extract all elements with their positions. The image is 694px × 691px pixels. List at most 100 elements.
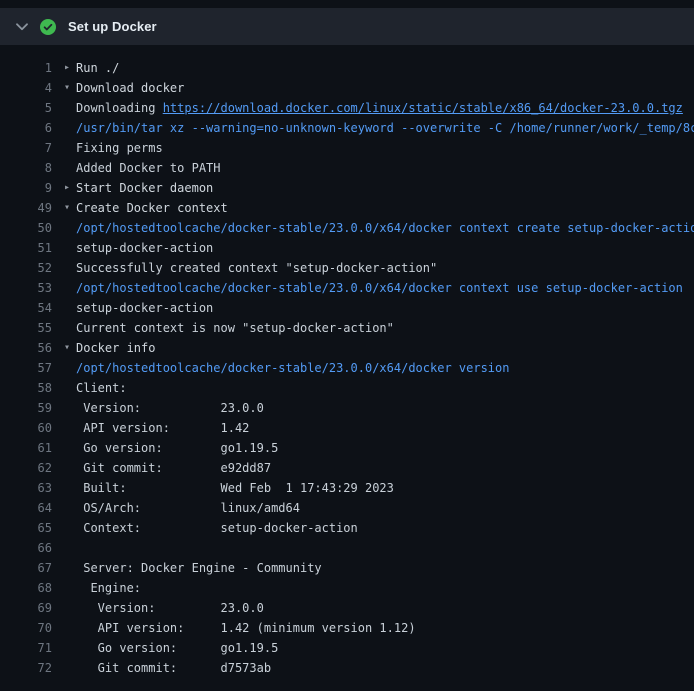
log-line: 67 Server: Docker Engine - Community <box>0 558 694 578</box>
log-line: 53/opt/hostedtoolcache/docker-stable/23.… <box>0 278 694 298</box>
line-number[interactable]: 66 <box>0 538 52 558</box>
log-line: 66 <box>0 538 694 558</box>
download-url-link[interactable]: https://download.docker.com/linux/static… <box>163 101 683 115</box>
log-text: Fixing perms <box>76 138 163 158</box>
line-number[interactable]: 1 <box>0 58 52 78</box>
log-text: setup-docker-action <box>76 298 213 318</box>
log-line: 51 setup-docker-action <box>0 238 694 258</box>
log-line: 50/opt/hostedtoolcache/docker-stable/23.… <box>0 218 694 238</box>
line-number[interactable]: 63 <box>0 478 52 498</box>
group-title[interactable]: Docker info <box>76 338 155 358</box>
log-line: 59 Version: 23.0.0 <box>0 398 694 418</box>
log-text: API version: 1.42 (minimum version 1.12) <box>76 618 416 638</box>
log-text: Context: setup-docker-action <box>76 518 358 538</box>
command-text: /usr/bin/tar xz --warning=no-unknown-key… <box>76 118 694 138</box>
log-line: 4 ▾Download docker <box>0 78 694 98</box>
success-check-icon <box>40 19 56 35</box>
group-collapsed-icon[interactable]: ▸ <box>64 178 76 198</box>
log-text: Git commit: e92dd87 <box>76 458 271 478</box>
log-line: 58Client: <box>0 378 694 398</box>
log-line: 56 ▾Docker info <box>0 338 694 358</box>
log: 1▸Run ./4▾Download docker5Downloading ht… <box>0 45 694 686</box>
log-line: 65 Context: setup-docker-action <box>0 518 694 538</box>
log-text: Current context is now "setup-docker-act… <box>76 318 394 338</box>
line-number[interactable]: 67 <box>0 558 52 578</box>
line-number[interactable]: 56 <box>0 338 52 358</box>
step-header[interactable]: Set up Docker <box>0 8 694 45</box>
log-line: 52 Successfully created context "setup-do… <box>0 258 694 278</box>
log-text: Engine: <box>76 578 141 598</box>
line-number[interactable]: 59 <box>0 398 52 418</box>
log-line: 60 API version: 1.42 <box>0 418 694 438</box>
log-line: 68 Engine: <box>0 578 694 598</box>
log-line: 70 API version: 1.42 (minimum version 1.… <box>0 618 694 638</box>
log-line: 57/opt/hostedtoolcache/docker-stable/23.… <box>0 358 694 378</box>
line-number[interactable]: 71 <box>0 638 52 658</box>
line-number[interactable]: 4 <box>0 78 52 98</box>
line-number[interactable]: 50 <box>0 218 52 238</box>
group-title[interactable]: Run ./ <box>76 58 119 78</box>
line-number[interactable]: 54 <box>0 298 52 318</box>
log-line: 72 Git commit: d7573ab <box>0 658 694 678</box>
log-text: setup-docker-action <box>76 238 213 258</box>
group-expanded-icon[interactable]: ▾ <box>64 338 76 358</box>
log-text: Successfully created context "setup-dock… <box>76 258 437 278</box>
log-text: Downloading <box>76 101 163 115</box>
line-number[interactable]: 6 <box>0 118 52 138</box>
group-title[interactable]: Start Docker daemon <box>76 178 213 198</box>
line-number[interactable]: 65 <box>0 518 52 538</box>
log-line: 54 setup-docker-action <box>0 298 694 318</box>
line-number[interactable]: 49 <box>0 198 52 218</box>
group-expanded-icon[interactable]: ▾ <box>64 78 76 98</box>
log-line: 8 Added Docker to PATH <box>0 158 694 178</box>
line-number[interactable]: 9 <box>0 178 52 198</box>
command-text: /opt/hostedtoolcache/docker-stable/23.0.… <box>76 278 683 298</box>
log-text: Built: Wed Feb 1 17:43:29 2023 <box>76 478 394 498</box>
line-number[interactable]: 58 <box>0 378 52 398</box>
log-text: Server: Docker Engine - Community <box>76 558 322 578</box>
line-number[interactable]: 70 <box>0 618 52 638</box>
line-number[interactable]: 60 <box>0 418 52 438</box>
log-line: 6/usr/bin/tar xz --warning=no-unknown-ke… <box>0 118 694 138</box>
line-number[interactable]: 8 <box>0 158 52 178</box>
log-line: 49 ▾Create Docker context <box>0 198 694 218</box>
log-line: 63 Built: Wed Feb 1 17:43:29 2023 <box>0 478 694 498</box>
command-text: /opt/hostedtoolcache/docker-stable/23.0.… <box>76 358 509 378</box>
line-number[interactable]: 69 <box>0 598 52 618</box>
command-text: /opt/hostedtoolcache/docker-stable/23.0.… <box>76 218 694 238</box>
log-text: OS/Arch: linux/amd64 <box>76 498 300 518</box>
log-line: 9 ▸Start Docker daemon <box>0 178 694 198</box>
line-number[interactable]: 62 <box>0 458 52 478</box>
line-number[interactable]: 64 <box>0 498 52 518</box>
chevron-down-icon[interactable] <box>16 23 28 31</box>
line-number[interactable]: 72 <box>0 658 52 678</box>
log-text: Go version: go1.19.5 <box>76 638 278 658</box>
line-number[interactable]: 55 <box>0 318 52 338</box>
line-number[interactable]: 5 <box>0 98 52 118</box>
line-number[interactable]: 7 <box>0 138 52 158</box>
line-number[interactable]: 68 <box>0 578 52 598</box>
log-text: Git commit: d7573ab <box>76 658 271 678</box>
log-line: 1 ▸Run ./ <box>0 58 694 78</box>
log-text: Added Docker to PATH <box>76 158 221 178</box>
log-text: Version: 23.0.0 <box>76 398 264 418</box>
log-text: Go version: go1.19.5 <box>76 438 278 458</box>
log-line: 7 Fixing perms <box>0 138 694 158</box>
log-line: 71 Go version: go1.19.5 <box>0 638 694 658</box>
line-number[interactable]: 52 <box>0 258 52 278</box>
group-title[interactable]: Download docker <box>76 78 184 98</box>
group-title[interactable]: Create Docker context <box>76 198 228 218</box>
line-number[interactable]: 51 <box>0 238 52 258</box>
log-text: Version: 23.0.0 <box>76 598 264 618</box>
group-expanded-icon[interactable]: ▾ <box>64 198 76 218</box>
line-number[interactable]: 53 <box>0 278 52 298</box>
group-collapsed-icon[interactable]: ▸ <box>64 58 76 78</box>
log-text: API version: 1.42 <box>76 418 249 438</box>
line-number[interactable]: 61 <box>0 438 52 458</box>
log-line: 69 Version: 23.0.0 <box>0 598 694 618</box>
log-text: Downloading https://download.docker.com/… <box>76 98 683 118</box>
log-line: 5 Downloading https://download.docker.com… <box>0 98 694 118</box>
log-line: 55 Current context is now "setup-docker-a… <box>0 318 694 338</box>
line-number[interactable]: 57 <box>0 358 52 378</box>
log-line: 62 Git commit: e92dd87 <box>0 458 694 478</box>
